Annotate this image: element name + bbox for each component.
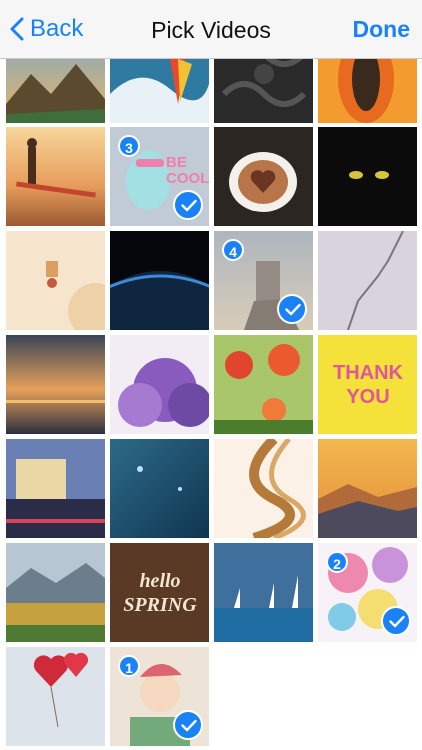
- golden-smoke-image: [214, 439, 313, 538]
- selected-checkmark-icon: [381, 606, 411, 636]
- thumb-poppy-flowers[interactable]: [214, 335, 313, 434]
- thumb-castle-on-cliff[interactable]: 4: [214, 231, 313, 330]
- lilac-tree-image: [110, 335, 209, 434]
- misty-mountains-image: [318, 439, 417, 538]
- heart-balloons-image: [6, 647, 105, 746]
- ornaments-image: [6, 231, 105, 330]
- thumb-black-cat[interactable]: [318, 127, 417, 226]
- selection-order-badge: 4: [222, 239, 244, 261]
- done-button[interactable]: Done: [353, 16, 411, 43]
- thumb-blue-bokeh-sky[interactable]: [110, 439, 209, 538]
- selection-order-badge: 3: [118, 135, 140, 157]
- thumb-city-at-night[interactable]: [6, 439, 105, 538]
- selection-order-badge: 2: [326, 551, 348, 573]
- thumb-striped-balloons[interactable]: 2: [318, 543, 417, 642]
- surfer-sunset-image: [6, 127, 105, 226]
- selected-checkmark-icon: [173, 190, 203, 220]
- thumb-thank-you-lettering[interactable]: THANK YOU: [318, 335, 417, 434]
- video-grid: BE COOL 3 4 THANK YOU hello SPRING 2 1: [0, 0, 422, 750]
- city-night-image: [6, 439, 105, 538]
- thumb-heart-latte[interactable]: [214, 127, 313, 226]
- thumb-sailboats[interactable]: [214, 543, 313, 642]
- thumb-hello-spring-wood[interactable]: hello SPRING: [110, 543, 209, 642]
- thumb-christmas-ornaments[interactable]: [6, 231, 105, 330]
- black-cat-image: [318, 127, 417, 226]
- sea-sunset-image: [6, 335, 105, 434]
- thumb-lilac-tree[interactable]: [110, 335, 209, 434]
- cracked-wall-image: [318, 231, 417, 330]
- thumb-surfer-sunset[interactable]: [6, 127, 105, 226]
- thumb-sea-sunset[interactable]: [6, 335, 105, 434]
- thank-you-text: THANK YOU: [333, 362, 403, 408]
- selected-checkmark-icon: [173, 710, 203, 740]
- thumb-earth-from-space[interactable]: [110, 231, 209, 330]
- hello-spring-text: hello SPRING: [123, 570, 197, 616]
- thumb-golden-smoke[interactable]: [214, 439, 313, 538]
- latte-image: [214, 127, 313, 226]
- thumb-kids-christmas[interactable]: 1: [110, 647, 209, 746]
- thumb-red-heart-balloons[interactable]: [6, 647, 105, 746]
- thumb-alpine-valley[interactable]: [6, 543, 105, 642]
- selection-order-badge: 1: [118, 655, 140, 677]
- selected-checkmark-icon: [277, 294, 307, 324]
- navigation-bar: Back Pick Videos Done: [0, 0, 422, 59]
- thumb-be-cool-dinosaur[interactable]: BE COOL 3: [110, 127, 209, 226]
- alpine-valley-image: [6, 543, 105, 642]
- earth-image: [110, 231, 209, 330]
- thumb-cracked-wall[interactable]: [318, 231, 417, 330]
- blue-sky-image: [110, 439, 209, 538]
- sailboats-image: [214, 543, 313, 642]
- thumb-misty-mountains[interactable]: [318, 439, 417, 538]
- poppy-image: [214, 335, 313, 434]
